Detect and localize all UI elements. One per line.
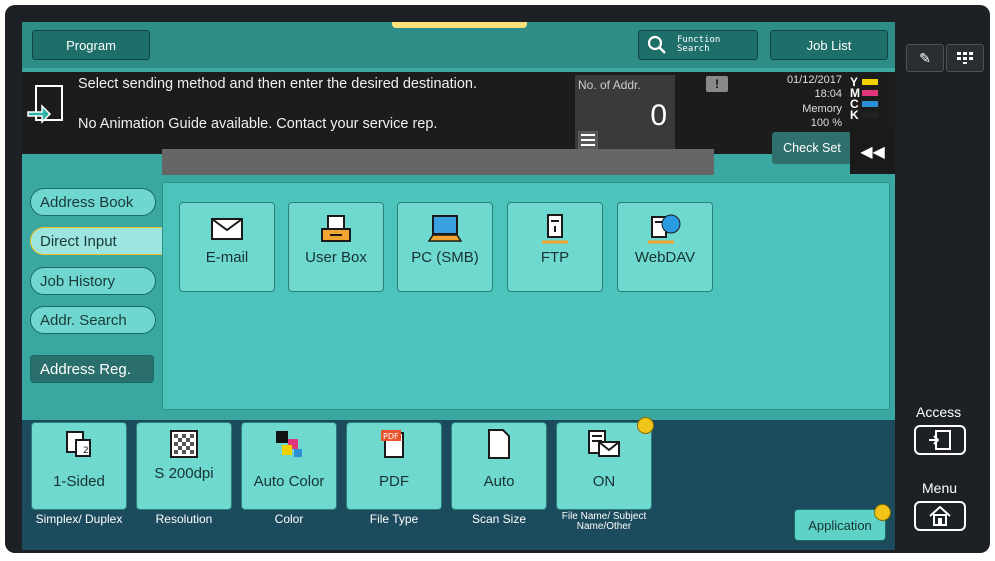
toner-k: K [850, 107, 878, 122]
color-button[interactable]: Auto Color [241, 422, 337, 510]
color-label: Color [274, 512, 304, 526]
ftp-label: FTP [540, 249, 570, 266]
function-search-label: Function Search [677, 35, 721, 54]
webdav-button[interactable]: WebDAV [617, 202, 713, 292]
direct-input-button[interactable]: Direct Input [30, 227, 162, 255]
scan-size-label: Scan Size [471, 512, 527, 526]
file-name-value: ON [592, 473, 616, 490]
simplex-icon: 2 [66, 431, 91, 457]
color-icon [276, 431, 302, 457]
pdf-icon: PDF [381, 430, 404, 458]
program-label: Program [66, 37, 116, 53]
file-type-button[interactable]: PDF PDF [346, 422, 442, 510]
toner-bar [862, 111, 878, 118]
address-reg-button[interactable]: Address Reg. [30, 355, 154, 383]
warning-icon[interactable]: ! [706, 76, 728, 92]
toner-bar [862, 78, 878, 85]
scan-size-button[interactable]: Auto [451, 422, 547, 510]
simplex-value: 1-Sided [53, 473, 105, 490]
program-tab[interactable]: Program [32, 30, 150, 60]
scan-size-value: Auto [483, 473, 515, 490]
pc-smb-label: PC (SMB) [411, 249, 479, 266]
home-icon [929, 506, 951, 526]
file-name-indicator-dot [637, 417, 654, 434]
addr-search-button[interactable]: Addr. Search [30, 306, 156, 334]
time: 18:04 [814, 88, 842, 100]
svg-text:2: 2 [83, 446, 89, 456]
job-history-label: Job History [40, 272, 116, 290]
message-line-1: Select sending method and then enter the… [78, 76, 478, 92]
access-label: Access [916, 404, 962, 420]
toner-letter: K [850, 107, 859, 122]
toner-levels: YMCK [850, 75, 892, 136]
computer-icon [428, 215, 462, 242]
resolution-label: Resolution [155, 512, 213, 526]
user-box-icon [321, 215, 351, 242]
email-button[interactable]: E-mail [179, 202, 275, 292]
top-handle[interactable] [392, 22, 527, 28]
email-label: E-mail [205, 249, 249, 266]
function-search-button[interactable]: Function Search [638, 30, 758, 60]
job-history-button[interactable]: Job History [30, 267, 156, 295]
home-button[interactable] [914, 501, 966, 531]
pen-icon[interactable]: ✎ [906, 44, 944, 72]
application-label: Application [808, 517, 872, 533]
webdav-label: WebDAV [634, 249, 696, 266]
simplex-label: Simplex/ Duplex [35, 512, 123, 526]
keypad-icon[interactable] [946, 44, 984, 72]
application-button[interactable]: Application [794, 509, 886, 541]
search-icon [647, 35, 666, 54]
address-count-label: No. of Addr. [578, 78, 641, 92]
address-book-button[interactable]: Address Book [30, 188, 156, 216]
address-count-value: 0 [650, 99, 667, 132]
list-icon [578, 131, 598, 149]
date: 01/12/2017 [786, 74, 842, 86]
device-frame: Program Function Search Job List Select … [5, 5, 990, 553]
toner-bar [862, 100, 878, 107]
file-type-label: File Type [369, 512, 419, 526]
rewind-icon[interactable]: ◀◀ [850, 130, 895, 174]
touch-screen: Program Function Search Job List Select … [22, 22, 895, 550]
access-icon [929, 430, 951, 450]
job-list-tab[interactable]: Job List [770, 30, 888, 60]
color-value: Auto Color [253, 473, 325, 490]
document-icon [488, 429, 510, 459]
resolution-icon [170, 430, 198, 458]
envelope-icon [211, 218, 243, 240]
pc-smb-button[interactable]: PC (SMB) [397, 202, 493, 292]
memory-value: 100 % [810, 117, 842, 129]
address-reg-label: Address Reg. [40, 360, 131, 378]
menu-label: Menu [922, 480, 958, 496]
direct-input-label: Direct Input [40, 232, 117, 250]
animation-guide-icon [26, 82, 70, 126]
simplex-duplex-button[interactable]: 2 1-Sided [31, 422, 127, 510]
top-bar [22, 22, 895, 68]
resolution-button[interactable]: S 200dpi [136, 422, 232, 510]
user-box-button[interactable]: User Box [288, 202, 384, 292]
svg-text:PDF: PDF [383, 432, 399, 441]
address-count-box: No. of Addr. 0 [575, 75, 675, 153]
file-name-icon [588, 430, 620, 457]
application-indicator-dot [874, 504, 891, 521]
file-name-label: File Name/ Subject Name/Other [561, 511, 647, 532]
memory-label: Memory [802, 103, 842, 115]
ftp-button[interactable]: FTP [507, 202, 603, 292]
job-list-label: Job List [806, 37, 852, 53]
web-server-icon [648, 214, 681, 244]
access-button[interactable] [914, 425, 966, 455]
server-icon [542, 214, 568, 244]
message-line-2: No Animation Guide available. Contact yo… [78, 116, 438, 132]
addr-search-label: Addr. Search [40, 311, 127, 329]
toner-bar [862, 89, 878, 96]
file-name-button[interactable]: ON [556, 422, 652, 510]
destination-entry-bar[interactable] [162, 149, 714, 175]
file-type-value: PDF [379, 473, 409, 490]
user-box-label: User Box [305, 249, 367, 266]
resolution-value: S 200dpi [154, 465, 214, 482]
check-setting-button[interactable]: Check Set [772, 132, 852, 164]
check-setting-label: Check Set [783, 141, 841, 155]
address-book-label: Address Book [40, 193, 134, 211]
